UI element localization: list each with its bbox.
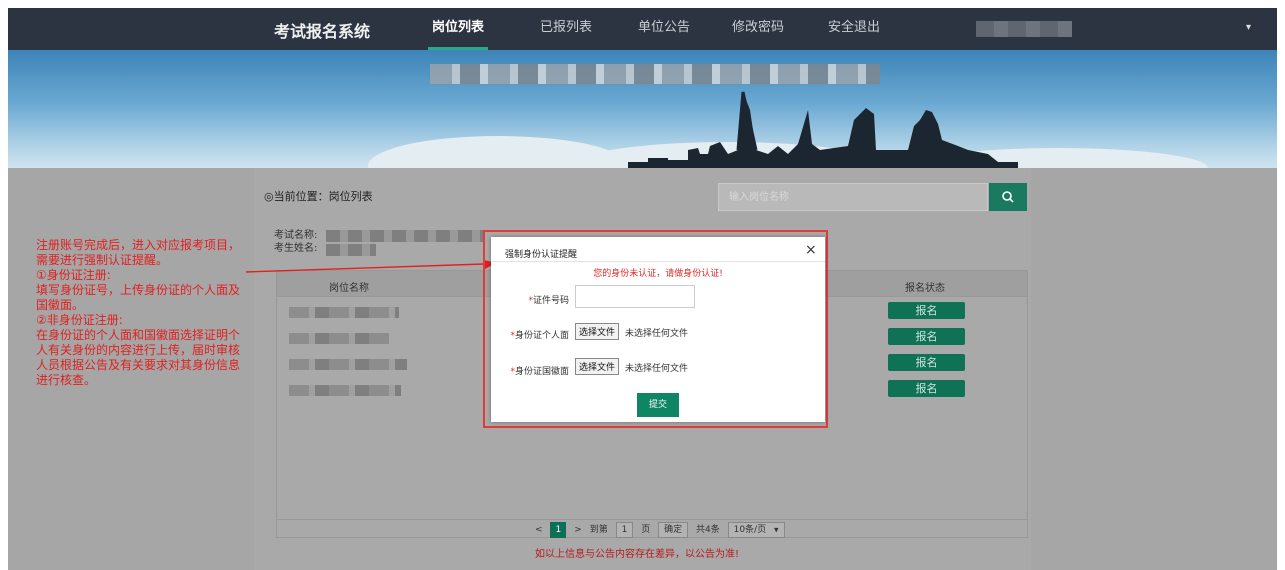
user-menu[interactable] bbox=[976, 21, 1072, 37]
modal-title: 强制身份认证提醒 bbox=[505, 250, 578, 260]
total-count: 共4条 bbox=[696, 525, 720, 535]
goto-label: 到第 bbox=[589, 525, 608, 535]
banner bbox=[8, 50, 1277, 168]
id-front-label: *身份证个人面 bbox=[510, 331, 569, 341]
page-frame: 考试报名系统 岗位列表 已报列表 单位公告 修改密码 安全退出 ▾ ◎当前位置：… bbox=[8, 8, 1277, 570]
annotation-line: ①身份证注册: bbox=[36, 268, 111, 282]
instruction-annotation: 注册账号完成后，进入对应报考项目，需要进行强制认证提醒。 ①身份证注册: 填写身… bbox=[36, 238, 248, 388]
annotation-line: 填写身份证号，上传身份证的个人面及国徽面。 bbox=[36, 283, 241, 312]
breadcrumb: ◎当前位置：岗位列表 bbox=[264, 190, 373, 203]
per-page-value: 10条/页 bbox=[733, 525, 767, 535]
current-page[interactable]: 1 bbox=[550, 522, 567, 538]
id-front-file-status: 未选择任何文件 bbox=[625, 329, 689, 339]
modal-divider bbox=[491, 261, 825, 262]
search-button[interactable] bbox=[989, 183, 1027, 211]
close-icon[interactable]: × bbox=[805, 242, 817, 258]
brand-title: 考试报名系统 bbox=[274, 22, 371, 41]
id-front-choose-file-button[interactable]: 选择文件 bbox=[575, 323, 620, 340]
position-name-blurred bbox=[289, 359, 407, 370]
id-number-input[interactable] bbox=[575, 285, 695, 308]
nav-item-announcements[interactable]: 单位公告 bbox=[638, 8, 690, 50]
nav-item-change-password[interactable]: 修改密码 bbox=[732, 8, 784, 50]
search-icon bbox=[1002, 191, 1014, 203]
pager-divider bbox=[277, 519, 1027, 520]
identity-verification-modal: 强制身份认证提醒 × 您的身份未认证，请做身份认证! *证件号码 *身份证个人面… bbox=[491, 237, 825, 422]
position-name-blurred bbox=[289, 385, 401, 396]
page-unit: 页 bbox=[641, 525, 651, 535]
top-nav: 考试报名系统 岗位列表 已报列表 单位公告 修改密码 安全退出 ▾ bbox=[8, 8, 1277, 50]
apply-button[interactable]: 报名 bbox=[888, 354, 965, 371]
column-header-status: 报名状态 bbox=[905, 283, 945, 294]
exam-name-blurred bbox=[326, 230, 484, 242]
notice-text: 如以上信息与公告内容存在差异，以公告为准! bbox=[535, 549, 740, 560]
annotation-line: 在身份证的个人面和国徽面选择证明个人有关身份的内容进行上传，届时审核人员根据公告… bbox=[36, 328, 241, 387]
per-page-select[interactable]: 10条/页 ▾ bbox=[727, 522, 785, 538]
exam-name-label: 考试名称: bbox=[274, 230, 318, 241]
annotation-line: ②非身份证注册: bbox=[36, 313, 123, 327]
goto-confirm-button[interactable]: 确定 bbox=[658, 522, 689, 538]
exam-info: 考试名称: 考生姓名: bbox=[274, 229, 317, 255]
nav-item-applied[interactable]: 已报列表 bbox=[540, 8, 592, 50]
position-name-blurred bbox=[289, 333, 389, 344]
position-name-blurred bbox=[289, 307, 399, 318]
column-header-position: 岗位名称 bbox=[329, 283, 369, 294]
student-name-label: 考生姓名: bbox=[274, 243, 318, 254]
annotation-arrow-icon bbox=[246, 260, 496, 273]
id-back-choose-file-button[interactable]: 选择文件 bbox=[575, 358, 620, 375]
verification-warning: 您的身份未认证，请做身份认证! bbox=[593, 269, 723, 279]
apply-button[interactable]: 报名 bbox=[888, 328, 965, 345]
skyline-icon bbox=[628, 91, 1018, 168]
prev-page-icon[interactable]: < bbox=[535, 522, 543, 538]
apply-button[interactable]: 报名 bbox=[888, 380, 965, 397]
id-number-label: *证件号码 bbox=[528, 296, 569, 306]
submit-button[interactable]: 提交 bbox=[637, 393, 679, 417]
apply-button[interactable]: 报名 bbox=[888, 302, 965, 319]
nav-item-positions[interactable]: 岗位列表 bbox=[427, 8, 489, 50]
pagination: < 1 > 到第 1 页 确定 共4条 10条/页 ▾ bbox=[535, 522, 790, 538]
student-name-blurred bbox=[326, 244, 376, 256]
annotation-line: 注册账号完成后，进入对应报考项目，需要进行强制认证提醒。 bbox=[36, 238, 241, 267]
chevron-down-icon[interactable]: ▾ bbox=[1246, 22, 1251, 33]
nav-item-logout[interactable]: 安全退出 bbox=[828, 8, 880, 50]
search-input[interactable] bbox=[718, 183, 988, 211]
page-input[interactable]: 1 bbox=[615, 522, 634, 538]
next-page-icon[interactable]: > bbox=[574, 522, 582, 538]
id-back-label: *身份证国徽面 bbox=[510, 367, 569, 377]
id-back-file-status: 未选择任何文件 bbox=[625, 364, 689, 374]
